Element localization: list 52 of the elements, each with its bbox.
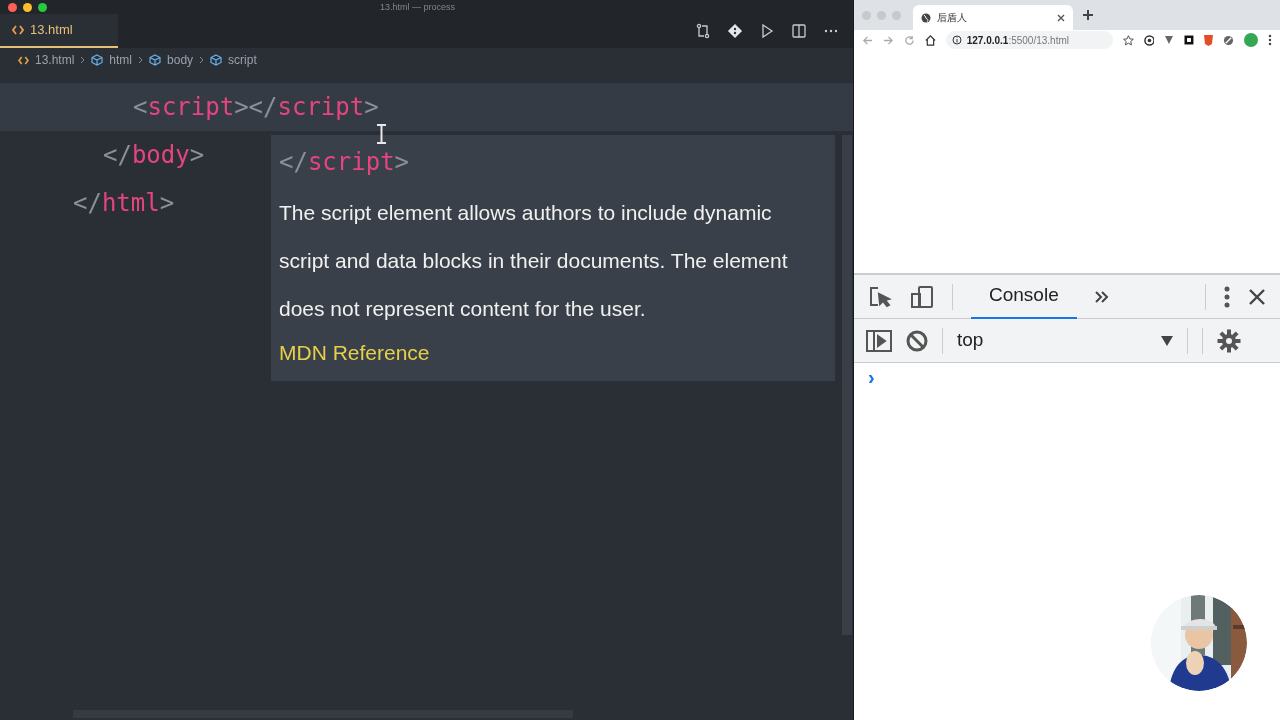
html5-icon[interactable]	[1204, 34, 1214, 46]
cube-icon	[149, 54, 162, 66]
vertical-scrollbar[interactable]	[842, 135, 852, 635]
code-file-icon	[18, 55, 29, 65]
menu-icon[interactable]	[1268, 34, 1272, 46]
code-snippet: </script>	[279, 147, 411, 177]
info-icon	[951, 35, 962, 45]
extension-icon[interactable]	[1143, 34, 1155, 46]
breadcrumb-item[interactable]: html	[109, 51, 133, 69]
code-file-icon	[12, 25, 24, 35]
more-tabs-icon[interactable]	[1094, 290, 1109, 303]
chevron-right-icon	[138, 56, 144, 64]
breadcrumb-item[interactable]: 13.html	[35, 51, 75, 69]
zoom-window-button[interactable]	[38, 2, 47, 12]
compare-icon[interactable]	[695, 23, 711, 39]
code-line: </body>	[103, 140, 205, 171]
text-cursor-icon	[377, 124, 386, 144]
console-prompt[interactable]: ›	[868, 367, 875, 387]
sidebar-toggle-icon[interactable]	[866, 329, 892, 352]
run-icon[interactable]	[759, 23, 775, 39]
home-icon[interactable]	[924, 34, 936, 46]
star-icon[interactable]	[1122, 34, 1134, 46]
inspect-icon[interactable]	[868, 284, 892, 309]
globe-icon	[921, 12, 931, 23]
chevron-right-icon	[199, 56, 205, 64]
code-line: </html>	[73, 188, 175, 219]
device-toolbar-icon[interactable]	[910, 284, 934, 309]
address-bar[interactable]: 127.0.0.1:5500/13.html	[945, 31, 1113, 49]
dropdown-caret-icon	[1161, 335, 1173, 346]
breadcrumb-item[interactable]: script	[228, 51, 257, 69]
cube-icon	[91, 54, 104, 66]
extension-icon[interactable]	[1184, 35, 1195, 45]
close-window-button[interactable]	[8, 2, 17, 12]
close-tab-icon[interactable]	[1057, 13, 1065, 22]
clear-console-icon[interactable]	[906, 329, 928, 352]
cube-icon	[210, 54, 223, 66]
minimize-window-button[interactable]	[23, 2, 32, 12]
window-title: 13.html — process	[380, 1, 456, 14]
more-icon[interactable]	[1224, 285, 1230, 308]
code-line: <script></script>	[133, 92, 379, 123]
browser-tab[interactable]: 后盾人	[913, 5, 1073, 30]
profile-avatar[interactable]	[1244, 33, 1259, 47]
tab-label: 13.html	[30, 21, 73, 40]
url-text: 127.0.0.1:5500/13.html	[966, 33, 1069, 48]
editor-tab[interactable]: 13.html	[0, 14, 118, 48]
new-tab-icon[interactable]	[1083, 10, 1093, 20]
split-editor-icon[interactable]	[791, 23, 807, 39]
close-icon[interactable]	[1248, 287, 1266, 306]
breadcrumb-item[interactable]: body	[167, 51, 194, 69]
reference-link[interactable]: MDN Reference	[279, 337, 430, 369]
description-text: The script element allows authors to include dynamic script and data blocks in their documents. The element does not represent content for the user.	[279, 200, 789, 322]
chevron-right-icon	[80, 56, 86, 64]
